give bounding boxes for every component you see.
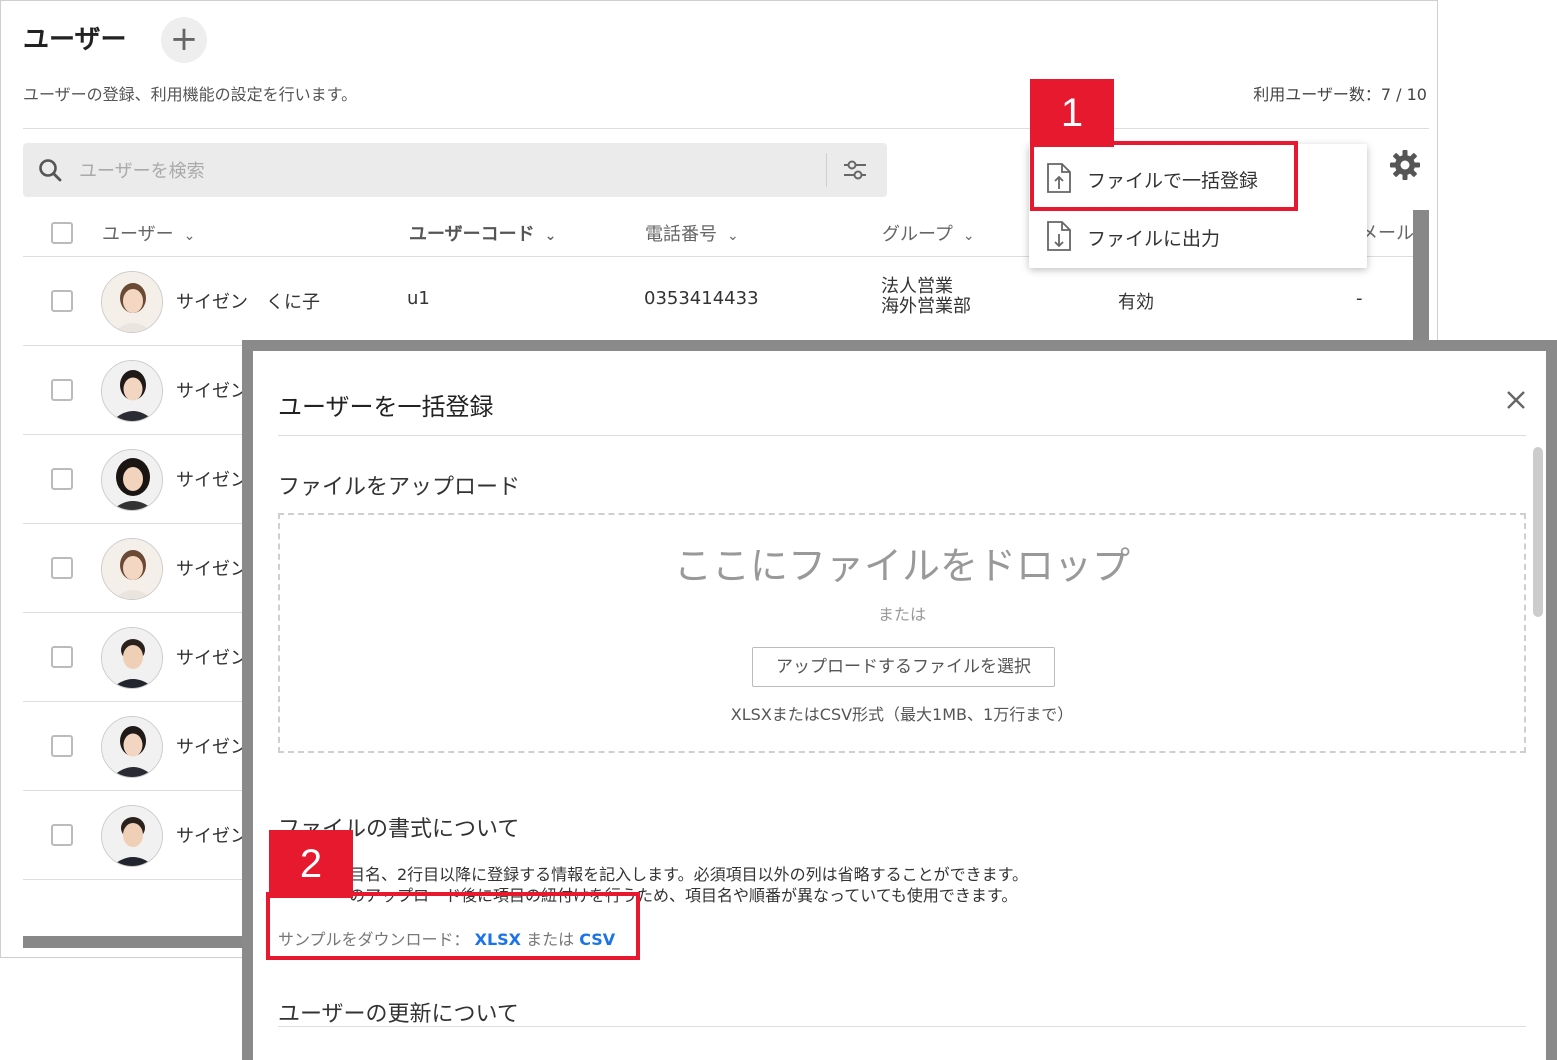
search-bar[interactable]: ユーザーを検索 <box>23 143 887 197</box>
avatar <box>101 716 163 778</box>
avatar <box>101 449 163 511</box>
select-file-button[interactable]: アップロードするファイルを選択 <box>752 647 1055 687</box>
avatar <box>101 360 163 422</box>
file-download-icon <box>1045 220 1073 256</box>
dialog-scrollbar[interactable] <box>1533 447 1543 617</box>
close-icon[interactable] <box>1505 389 1527 415</box>
chevron-down-icon: ⌄ <box>727 228 739 244</box>
mail: - <box>1356 288 1363 309</box>
row-checkbox[interactable] <box>51 735 73 757</box>
page-description: ユーザーの登録、利用機能の設定を行います。 <box>23 85 358 104</box>
update-section-heading: ユーザーの更新について <box>278 1002 519 1027</box>
user-name: サイゼン <box>176 648 248 669</box>
search-separator <box>826 153 827 187</box>
row-checkbox[interactable] <box>51 557 73 579</box>
file-drop-zone[interactable]: ここにファイルをドロップ または アップロードするファイルを選択 XLSXまたは… <box>278 513 1526 753</box>
user-name: サイゼン <box>176 381 248 402</box>
user-name: サイゼン <box>176 737 248 758</box>
gear-icon[interactable] <box>1389 149 1421 185</box>
highlight-box-1 <box>1030 141 1298 211</box>
column-user-code[interactable]: ユーザーコード ⌄ <box>409 220 556 246</box>
divider <box>278 435 1526 436</box>
add-user-button[interactable]: + <box>161 17 207 63</box>
menu-item-export[interactable]: ファイルに出力 <box>1029 206 1367 264</box>
column-group[interactable]: グループ ⌄ <box>882 220 975 246</box>
phone-number: 0353414433 <box>644 288 759 309</box>
horizontal-scrollbar[interactable] <box>23 936 253 948</box>
table-row[interactable]: サイゼン くに子 u1 0353414433 法人営業 海外営業部 有効 - <box>23 257 1429 346</box>
row-checkbox[interactable] <box>51 290 73 312</box>
search-input[interactable]: ユーザーを検索 <box>79 157 205 183</box>
file-format-hint: XLSXまたはCSV形式（最大1MB、1万行まで） <box>730 705 1074 724</box>
step-badge-1: 1 <box>1030 79 1114 147</box>
dialog-title: ユーザーを一括登録 <box>278 393 494 421</box>
highlight-box-2 <box>266 892 640 960</box>
avatar <box>101 805 163 867</box>
column-user[interactable]: ユーザー ⌄ <box>102 220 195 246</box>
column-phone[interactable]: 電話番号 ⌄ <box>645 220 739 246</box>
search-icon <box>37 157 63 187</box>
select-all-checkbox[interactable] <box>51 222 73 244</box>
column-mail[interactable]: メール <box>1360 219 1414 245</box>
upload-section-heading: ファイルをアップロード <box>278 475 521 500</box>
divider <box>278 1026 1526 1027</box>
row-checkbox[interactable] <box>51 468 73 490</box>
page-title: ユーザー <box>23 25 127 55</box>
filter-icon[interactable] <box>841 156 869 188</box>
chevron-down-icon: ⌄ <box>544 228 557 244</box>
user-count: 利用ユーザー数：7 / 10 <box>1253 85 1427 104</box>
chevron-down-icon: ⌄ <box>962 228 975 244</box>
drop-zone-title: ここにファイルをドロップ <box>673 544 1130 588</box>
avatar <box>101 271 163 333</box>
status: 有効 <box>1118 292 1154 313</box>
user-name: サイゼン <box>176 559 248 580</box>
drop-zone-or: または <box>877 605 926 624</box>
chevron-down-icon: ⌄ <box>183 228 196 244</box>
user-name: サイゼン くに子 <box>176 292 320 313</box>
row-checkbox[interactable] <box>51 379 73 401</box>
row-checkbox[interactable] <box>51 646 73 668</box>
group: 法人営業 海外営業部 <box>881 276 971 317</box>
user-name: サイゼン <box>176 826 248 847</box>
avatar <box>101 627 163 689</box>
step-badge-2: 2 <box>269 830 353 898</box>
divider <box>23 128 1429 129</box>
vertical-scrollbar[interactable] <box>1413 210 1429 341</box>
user-name: サイゼン <box>176 470 248 491</box>
row-checkbox[interactable] <box>51 824 73 846</box>
user-code: u1 <box>407 288 430 309</box>
avatar <box>101 538 163 600</box>
